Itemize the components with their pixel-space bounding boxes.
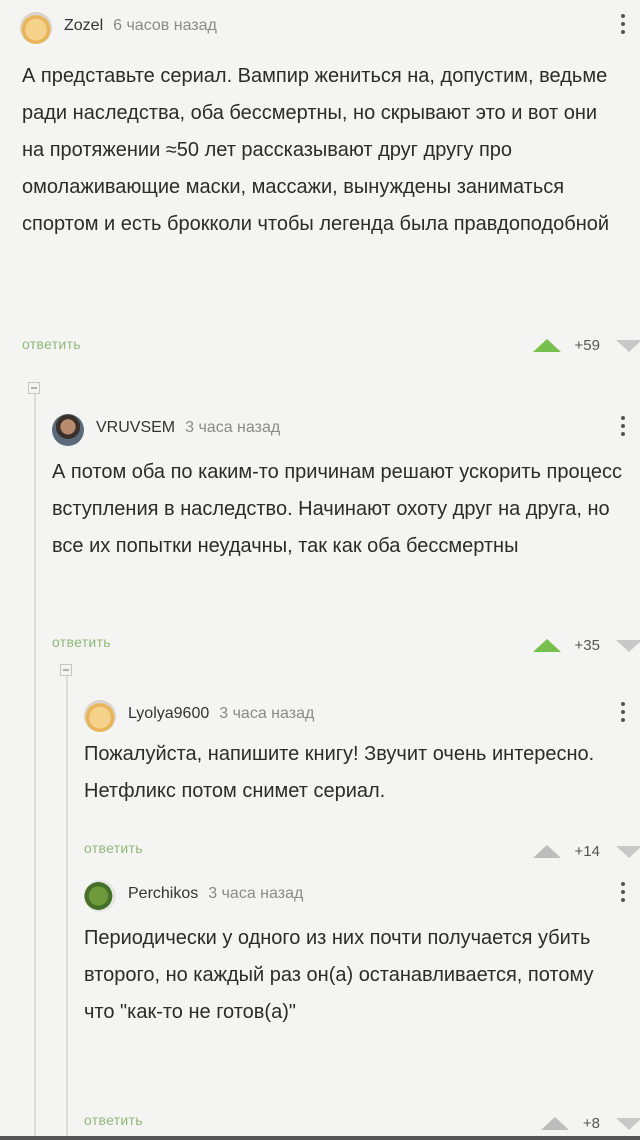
vote-controls: +14 (532, 843, 640, 860)
comment-text: А потом оба по каким-то причинам решают … (52, 461, 622, 557)
collapse-thread-icon[interactable] (28, 382, 40, 394)
reply-link[interactable]: ответить (52, 634, 111, 650)
author-name[interactable]: Perchikos (128, 885, 198, 902)
reply-link[interactable]: ответить (84, 840, 143, 856)
vote-controls: +59 (532, 337, 640, 354)
reply-link[interactable]: ответить (84, 1112, 143, 1128)
comment: Zozel 6 часов назад А представьте сериал.… (0, 0, 640, 362)
avatar[interactable] (52, 414, 84, 446)
arrow-down-icon[interactable] (616, 339, 640, 352)
comment-time: 3 часа назад (208, 885, 304, 902)
more-vertical-icon[interactable] (620, 14, 626, 34)
thread-line-level-1 (34, 392, 36, 1140)
author-name[interactable]: Zozel (64, 17, 103, 34)
comment-time: 3 часа назад (185, 419, 281, 436)
comment-score: +35 (574, 637, 600, 654)
arrow-down-icon[interactable] (616, 845, 640, 858)
avatar[interactable] (20, 12, 52, 44)
comment-text: А представьте сериал. Вампир жениться на… (22, 65, 610, 235)
avatar[interactable] (84, 700, 116, 732)
comment-header: Perchikos 3 часа назад (128, 885, 303, 903)
comment-header: Zozel 6 часов назад (64, 17, 217, 35)
vote-controls: +8 (540, 1115, 640, 1132)
arrow-up-icon[interactable] (532, 639, 561, 652)
arrow-up-icon[interactable] (532, 845, 561, 858)
comment-time: 6 часов назад (113, 17, 217, 34)
comment: Lyolya9600 3 часа назад Пожалуйста, напиш… (72, 688, 640, 868)
arrow-down-icon[interactable] (616, 1117, 640, 1130)
author-name[interactable]: VRUVSEM (96, 419, 175, 436)
comment: VRUVSEM 3 часа назад А потом оба по каким… (40, 402, 640, 662)
collapse-thread-icon[interactable] (60, 664, 72, 676)
vote-controls: +35 (532, 637, 640, 654)
more-vertical-icon[interactable] (620, 702, 626, 722)
arrow-up-icon[interactable] (540, 1117, 569, 1130)
more-vertical-icon[interactable] (620, 416, 626, 436)
author-name[interactable]: Lyolya9600 (128, 705, 209, 722)
more-vertical-icon[interactable] (620, 882, 626, 902)
comment-text: Периодически у одного из них почти получ… (84, 927, 594, 1023)
thread-line-level-2 (66, 676, 68, 1140)
comment-score: +8 (582, 1115, 600, 1132)
comment-score: +14 (574, 843, 600, 860)
comment-text: Пожалуйста, напишите книгу! Звучит очень… (84, 743, 595, 802)
comment-header: VRUVSEM 3 часа назад (96, 419, 280, 437)
comment: Perchikos 3 часа назад Периодически у одн… (72, 868, 640, 1140)
arrow-up-icon[interactable] (532, 339, 561, 352)
comment-header: Lyolya9600 3 часа назад (128, 705, 314, 723)
bottom-border (0, 1136, 640, 1140)
comment-score: +59 (574, 337, 600, 354)
avatar[interactable] (84, 880, 116, 912)
arrow-down-icon[interactable] (616, 639, 640, 652)
reply-link[interactable]: ответить (22, 336, 81, 352)
comment-time: 3 часа назад (219, 705, 315, 722)
